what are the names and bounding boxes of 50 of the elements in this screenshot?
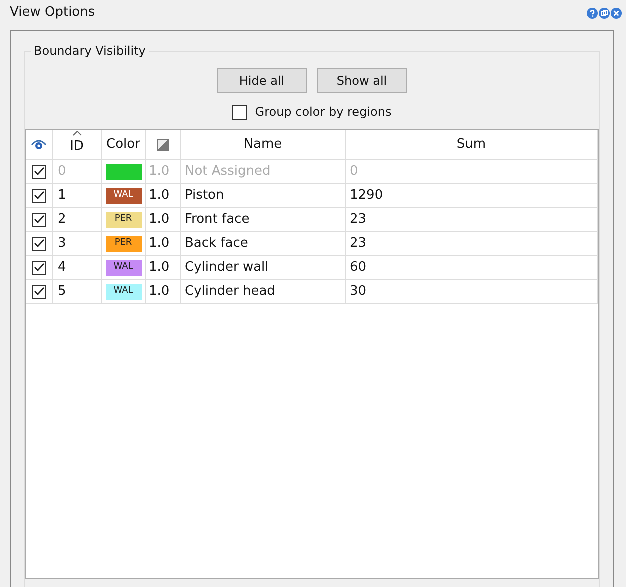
window-title: View Options xyxy=(10,4,96,22)
visibility-checkbox[interactable] xyxy=(32,212,46,226)
group-title: Boundary Visibility xyxy=(31,43,149,59)
opacity-icon xyxy=(157,138,169,150)
table-cell-text: Cylinder head xyxy=(185,282,276,301)
sort-caret-icon xyxy=(73,131,82,136)
table-cell-text: 1.0 xyxy=(149,234,170,253)
restore-icon[interactable] xyxy=(599,8,610,18)
table-cell-text: Back face xyxy=(185,234,248,253)
table-cell-text: Front face xyxy=(185,210,250,229)
table-cell-text: 1.0 xyxy=(149,258,170,277)
table-cell-text: 23 xyxy=(350,234,367,253)
color-swatch[interactable]: PER xyxy=(106,212,142,228)
visibility-checkbox[interactable] xyxy=(32,188,46,202)
table-cell-text: Not Assigned xyxy=(185,162,271,181)
color-swatch[interactable]: WAL xyxy=(106,260,142,276)
table-cell-text: 30 xyxy=(350,282,367,301)
table-cell-text: Cylinder wall xyxy=(185,258,269,277)
table-cell-text: Piston xyxy=(185,186,224,205)
column-header[interactable]: Sum xyxy=(456,134,486,154)
table-cell-text: 5 xyxy=(58,282,66,301)
table-cell-text: 0 xyxy=(58,162,66,181)
table-cell-text: 1.0 xyxy=(149,162,170,181)
table-cell-text: 1 xyxy=(58,186,66,205)
help-icon[interactable] xyxy=(587,8,598,18)
table-cell-text: 0 xyxy=(350,162,358,181)
close-icon[interactable] xyxy=(611,8,622,18)
color-swatch[interactable]: WAL xyxy=(106,188,142,204)
checkbox[interactable] xyxy=(232,104,248,120)
action-button[interactable]: Hide all xyxy=(217,68,307,93)
checkbox-label: Group color by regions xyxy=(255,104,392,121)
eye-icon xyxy=(31,139,47,150)
visibility-checkbox[interactable] xyxy=(32,260,46,274)
color-swatch[interactable]: PER xyxy=(106,236,142,252)
color-swatch[interactable]: WAL xyxy=(106,284,142,300)
table-cell-text: 4 xyxy=(58,258,66,277)
visibility-checkbox[interactable] xyxy=(32,284,46,298)
column-header[interactable]: ID xyxy=(70,136,84,156)
table-cell-text: 1.0 xyxy=(149,282,170,301)
table-cell-text: 60 xyxy=(350,258,367,277)
action-button[interactable]: Show all xyxy=(317,68,407,93)
table-cell-text: 2 xyxy=(58,210,66,229)
table-cell-text: 23 xyxy=(350,210,367,229)
visibility-checkbox[interactable] xyxy=(32,236,46,250)
table-cell-text: 1290 xyxy=(350,186,384,205)
table-cell-text: 1.0 xyxy=(149,186,170,205)
column-header[interactable]: Color xyxy=(106,134,140,154)
column-header[interactable]: Name xyxy=(244,134,282,154)
table-cell-text: 3 xyxy=(58,234,66,253)
table-cell-text: 1.0 xyxy=(149,210,170,229)
